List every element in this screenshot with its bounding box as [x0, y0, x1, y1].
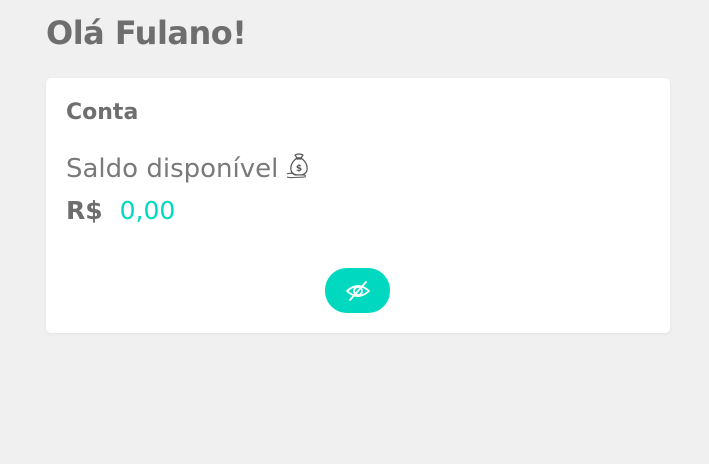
toggle-balance-visibility-button[interactable] — [325, 268, 390, 313]
balance-amount: 0,00 — [119, 196, 176, 225]
greeting-title: Olá Fulano! — [46, 14, 247, 52]
account-card: Conta Saldo disponível $ R$ 0,00 — [46, 78, 670, 333]
eye-slash-icon — [345, 280, 370, 301]
currency-symbol: R$ — [66, 196, 103, 225]
balance-label: Saldo disponível — [66, 154, 279, 184]
money-bag-icon: $ — [287, 153, 309, 179]
svg-text:$: $ — [296, 164, 302, 174]
account-card-title: Conta — [66, 100, 139, 125]
balance-label-row: Saldo disponível $ — [66, 152, 312, 186]
balance-row: R$ 0,00 — [66, 194, 175, 228]
